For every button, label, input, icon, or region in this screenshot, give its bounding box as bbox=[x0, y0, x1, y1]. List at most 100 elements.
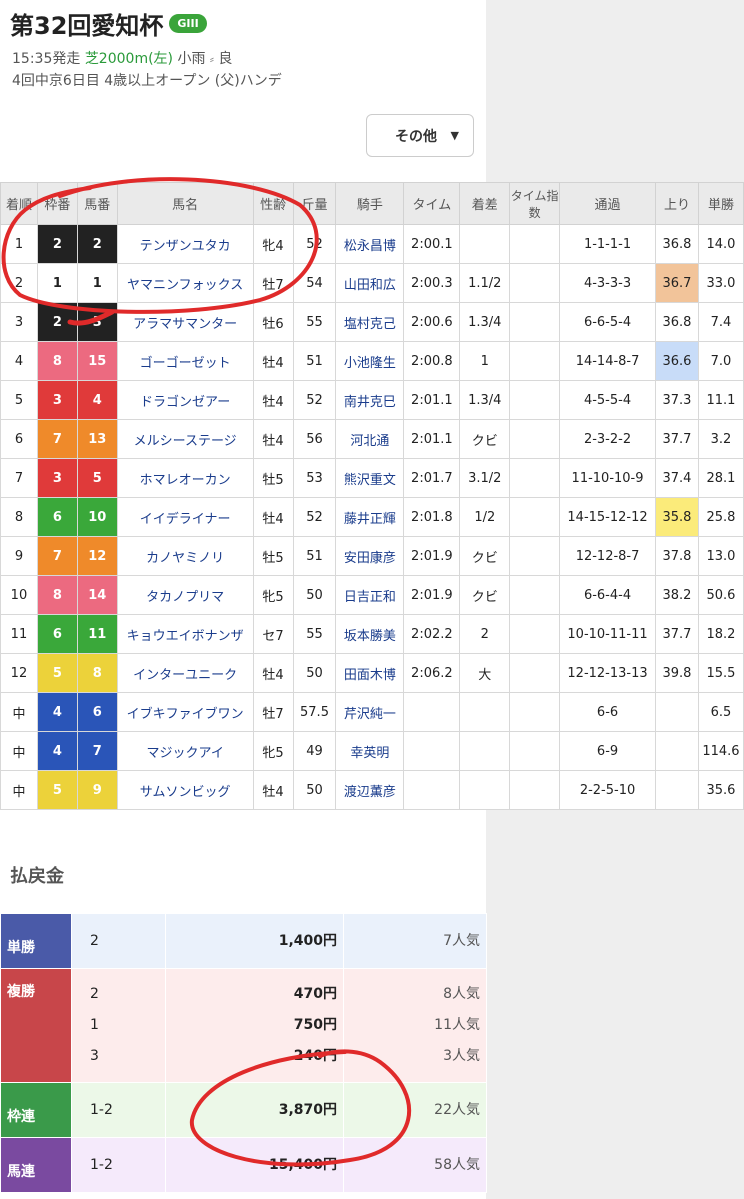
payout-popularity-cell: 58人気 bbox=[343, 1137, 487, 1193]
horse-name[interactable]: カノヤミノリ bbox=[116, 536, 254, 576]
horse-name[interactable]: キョウエイボナンザ bbox=[116, 614, 254, 654]
weight: 50 bbox=[292, 770, 337, 810]
finish-time: 2:01.8 bbox=[403, 497, 461, 537]
time-index bbox=[509, 692, 561, 732]
passing-order: 10-10-11-11 bbox=[559, 614, 656, 654]
jockey-name[interactable]: 渡辺薫彦 bbox=[335, 770, 405, 810]
passing-order: 14-14-8-7 bbox=[559, 341, 656, 381]
finish-position: 11 bbox=[0, 614, 38, 654]
jockey-name[interactable]: 芹沢純一 bbox=[335, 692, 405, 732]
win-odds: 7.4 bbox=[697, 302, 744, 342]
waku-number: 6 bbox=[36, 497, 78, 537]
table-row: 11 6 11 キョウエイボナンザ セ7 55 坂本勝美 2:02.2 2 10-10-11-11… bbox=[0, 614, 744, 654]
margin bbox=[459, 692, 511, 732]
header-cell: 着順 bbox=[0, 182, 38, 225]
payout-amount: 750円 bbox=[293, 1017, 337, 1033]
win-odds: 11.1 bbox=[697, 380, 744, 420]
table-row: 10 8 14 タカノプリマ 牝5 50 日吉正和 2:01.9 クビ 6-6-4-4 38.2 50… bbox=[0, 575, 744, 615]
horse-number: 5 bbox=[76, 458, 118, 498]
waku-number: 7 bbox=[36, 419, 78, 459]
payout-combination-cell: 1-2 bbox=[71, 1082, 166, 1138]
margin bbox=[459, 224, 511, 264]
jockey-name[interactable]: 河北通 bbox=[335, 419, 405, 459]
margin bbox=[459, 770, 511, 810]
passing-order: 1-1-1-1 bbox=[559, 224, 656, 264]
jockey-name[interactable]: 日吉正和 bbox=[335, 575, 405, 615]
background-panel bbox=[486, 0, 744, 182]
horse-name[interactable]: サムソンビッグ bbox=[116, 770, 254, 810]
win-odds: 7.0 bbox=[697, 341, 744, 381]
jockey-name[interactable]: 安田康彦 bbox=[335, 536, 405, 576]
waku-number: 2 bbox=[36, 224, 78, 264]
jockey-name[interactable]: 塩村克己 bbox=[335, 302, 405, 342]
horse-name[interactable]: テンザンユタカ bbox=[116, 224, 254, 264]
time-index bbox=[509, 575, 561, 615]
finish-position: 10 bbox=[0, 575, 38, 615]
header-cell: 性齢 bbox=[252, 182, 294, 225]
finish-position: 8 bbox=[0, 497, 38, 537]
jockey-name[interactable]: 松永昌博 bbox=[335, 224, 405, 264]
last-3f: 36.8 bbox=[655, 302, 699, 342]
weight: 52 bbox=[292, 224, 337, 264]
table-row: 6 7 13 メルシーステージ 牡4 56 河北通 2:01.1 クビ 2-3-2-2 37.7 3.… bbox=[0, 419, 744, 459]
jockey-name[interactable]: 坂本勝美 bbox=[335, 614, 405, 654]
jockey-name[interactable]: 南井克巳 bbox=[335, 380, 405, 420]
header-cell: 馬番 bbox=[76, 182, 118, 225]
payout-row: 枠連 1-2 3,870円 22人気 bbox=[0, 1082, 487, 1138]
horse-name[interactable]: タカノプリマ bbox=[116, 575, 254, 615]
jockey-name[interactable]: 幸英明 bbox=[335, 731, 405, 771]
sex-age: 牡4 bbox=[252, 419, 294, 459]
time-index bbox=[509, 341, 561, 381]
header-cell: 馬名 bbox=[116, 182, 254, 225]
margin: クビ bbox=[459, 536, 511, 576]
horse-name[interactable]: ヤマニンフォックス bbox=[116, 263, 254, 303]
jockey-name[interactable]: 山田和広 bbox=[335, 263, 405, 303]
horse-name[interactable]: アラマサマンター bbox=[116, 302, 254, 342]
weight: 52 bbox=[292, 380, 337, 420]
time-index bbox=[509, 263, 561, 303]
sex-age: 牡4 bbox=[252, 770, 294, 810]
time-index bbox=[509, 497, 561, 537]
waku-number: 4 bbox=[36, 692, 78, 732]
horse-name[interactable]: インターユニーク bbox=[116, 653, 254, 693]
header-cell: 騎手 bbox=[335, 182, 405, 225]
horse-name[interactable]: イイデライナー bbox=[116, 497, 254, 537]
win-odds: 3.2 bbox=[697, 419, 744, 459]
horse-number: 15 bbox=[76, 341, 118, 381]
horse-number: 13 bbox=[76, 419, 118, 459]
horse-name[interactable]: ホマレオーカン bbox=[116, 458, 254, 498]
last-3f: 39.8 bbox=[655, 653, 699, 693]
jockey-name[interactable]: 田面木博 bbox=[335, 653, 405, 693]
horse-name[interactable]: メルシーステージ bbox=[116, 419, 254, 459]
last-3f: 36.7 bbox=[655, 263, 699, 303]
table-row: 5 3 4 ドラゴンゼアー 牡4 52 南井克巳 2:01.1 1.3/4 4-5-5-4 37.3… bbox=[0, 380, 744, 420]
finish-time: 2:02.2 bbox=[403, 614, 461, 654]
sex-age: 牡7 bbox=[252, 692, 294, 732]
last-3f bbox=[655, 770, 699, 810]
payout-type-label: 馬連 bbox=[0, 1137, 72, 1193]
last-3f: 37.8 bbox=[655, 536, 699, 576]
header-cell: 上り bbox=[655, 182, 699, 225]
other-dropdown-button[interactable]: その他 ▼ bbox=[366, 114, 474, 157]
finish-time: 2:01.1 bbox=[403, 380, 461, 420]
horse-name[interactable]: イブキファイブワン bbox=[116, 692, 254, 732]
payout-popularity-cell: 8人気 11人気 3人気 bbox=[343, 968, 487, 1083]
waku-number: 2 bbox=[36, 302, 78, 342]
finish-time: 2:00.3 bbox=[403, 263, 461, 303]
jockey-name[interactable]: 熊沢重文 bbox=[335, 458, 405, 498]
jockey-name[interactable]: 小池隆生 bbox=[335, 341, 405, 381]
table-row: 3 2 3 アラマサマンター 牡6 55 塩村克己 2:00.6 1.3/4 6-6-5-4 36.… bbox=[0, 302, 744, 342]
weight: 55 bbox=[292, 302, 337, 342]
horse-name[interactable]: ドラゴンゼアー bbox=[116, 380, 254, 420]
win-odds: 15.5 bbox=[697, 653, 744, 693]
jockey-name[interactable]: 藤井正輝 bbox=[335, 497, 405, 537]
margin: 大 bbox=[459, 653, 511, 693]
payout-combination: 1-2 bbox=[90, 1101, 113, 1118]
waku-number: 8 bbox=[36, 575, 78, 615]
track-condition: 良 bbox=[218, 51, 233, 67]
last-3f: 37.7 bbox=[655, 419, 699, 459]
win-odds: 14.0 bbox=[697, 224, 744, 264]
sex-age: 牡4 bbox=[252, 380, 294, 420]
horse-name[interactable]: マジックアイ bbox=[116, 731, 254, 771]
horse-name[interactable]: ゴーゴーゼット bbox=[116, 341, 254, 381]
